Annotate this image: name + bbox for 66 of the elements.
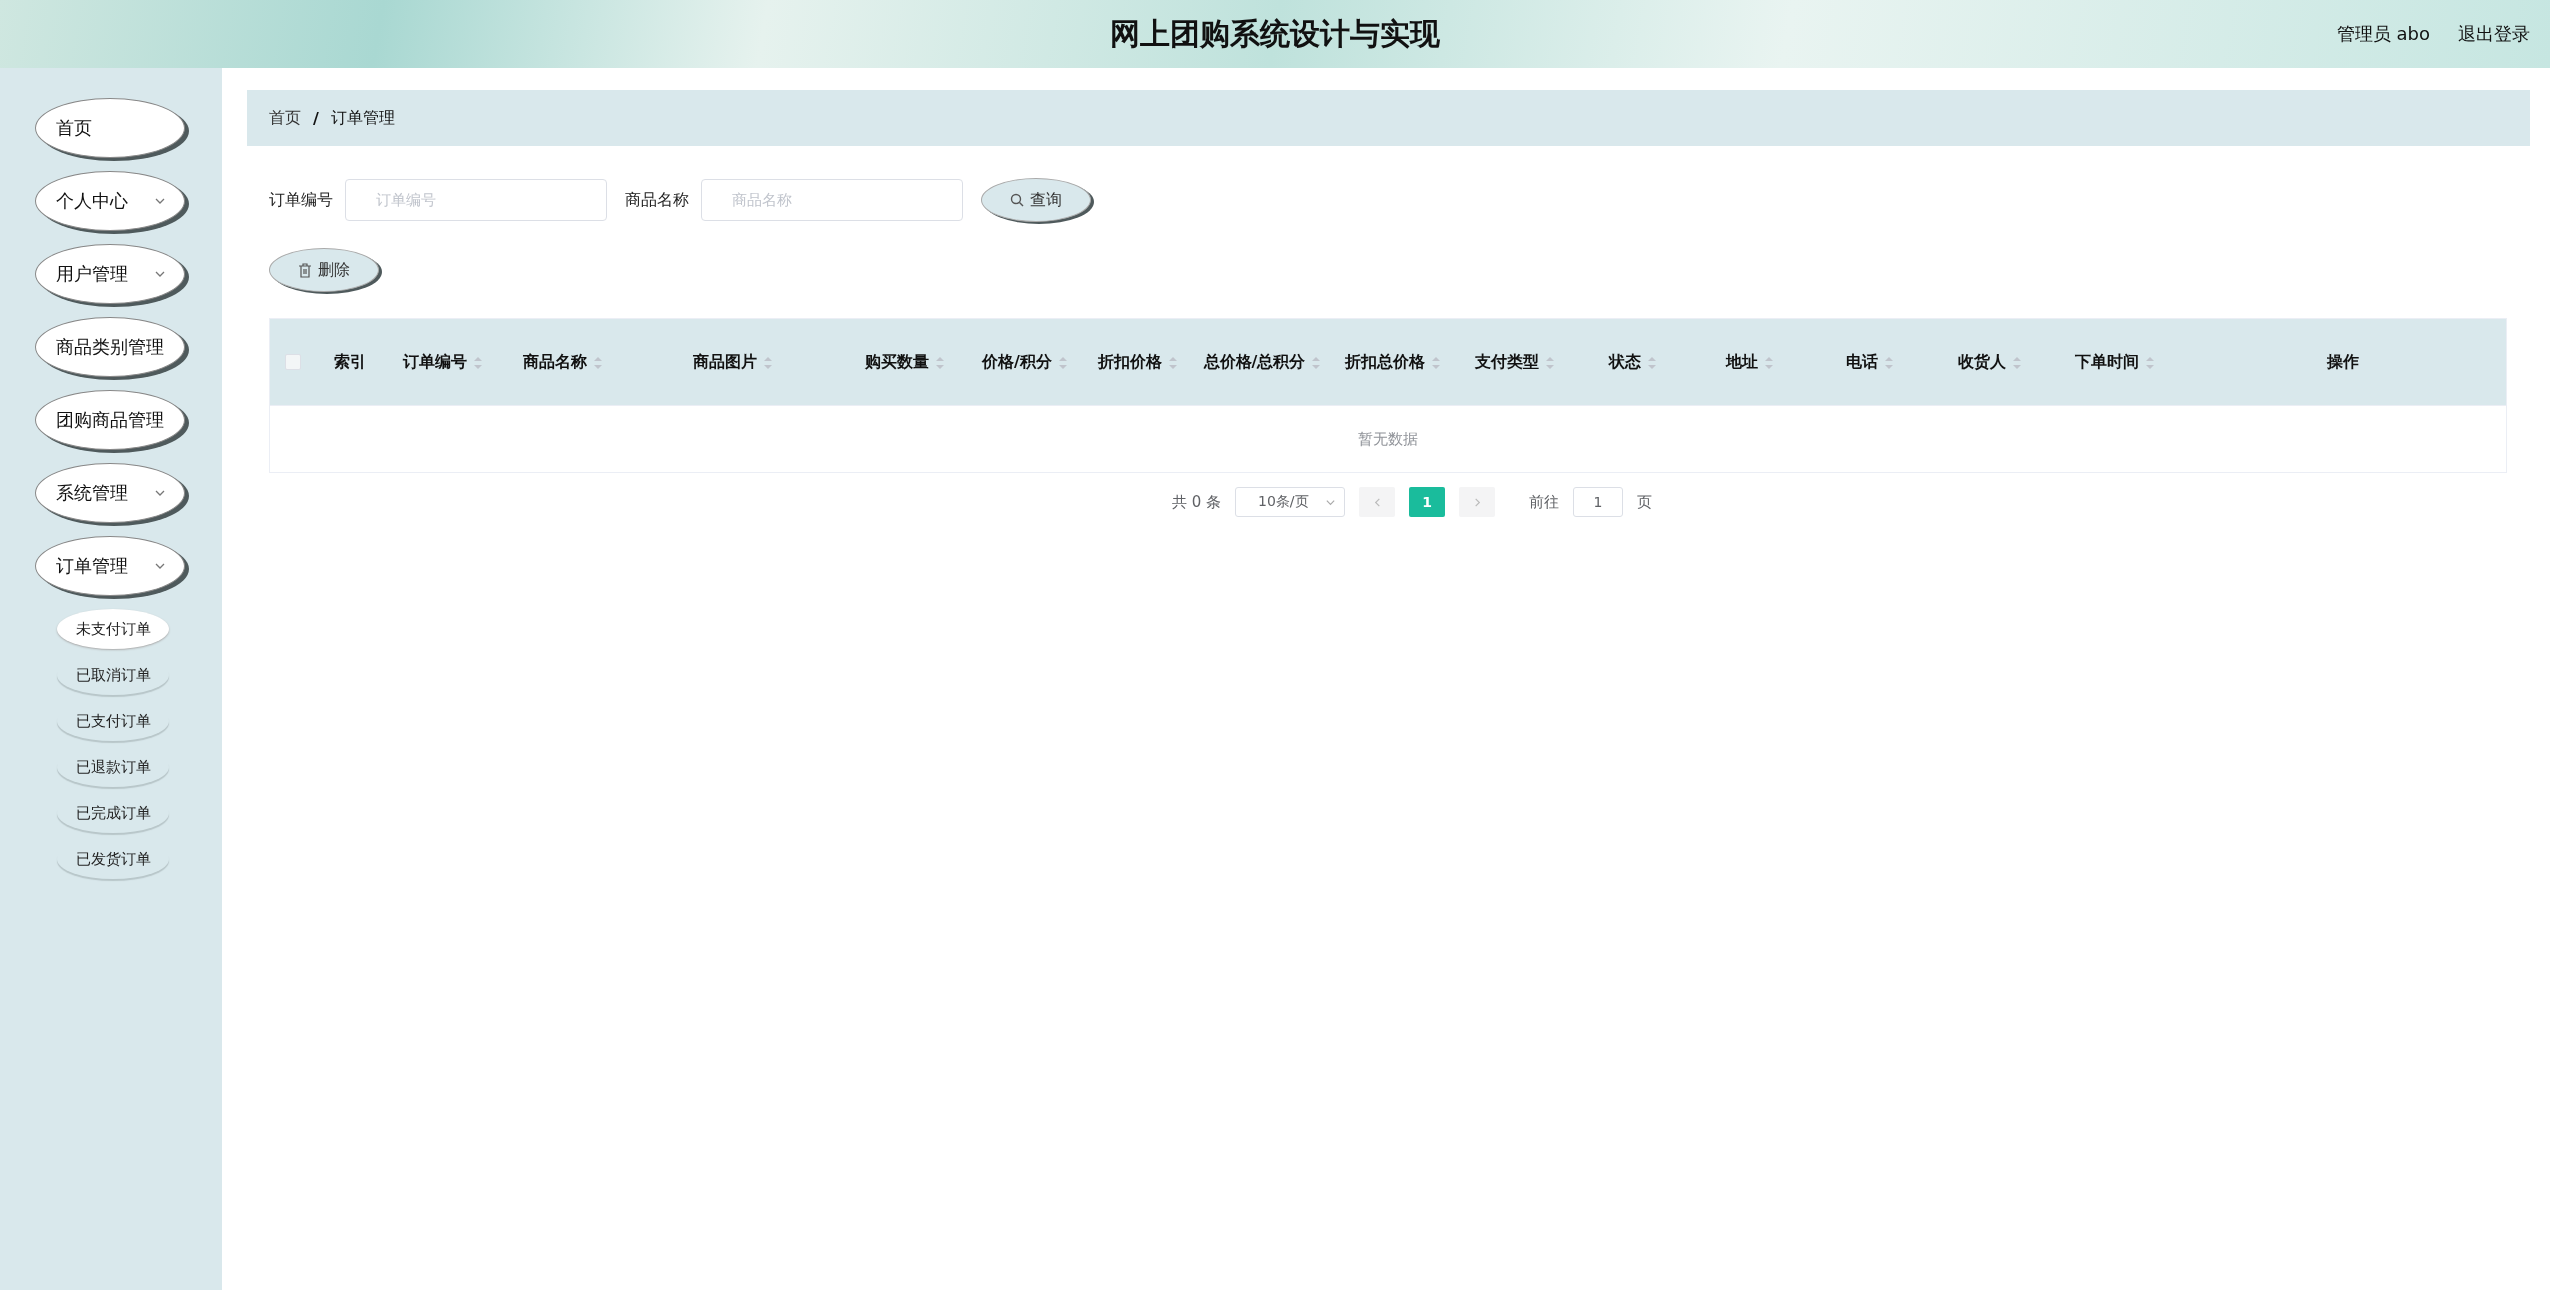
goto-page-field[interactable]: 1: [1573, 487, 1624, 517]
submenu-item[interactable]: 已取消订单: [57, 655, 169, 695]
sidebar-item[interactable]: 团购商品管理: [35, 390, 185, 450]
column-header: 下单时间: [2075, 348, 2155, 376]
field-label: 商品名称: [625, 189, 689, 211]
sort-icon[interactable]: [1646, 354, 1657, 371]
total-count: 共 0 条: [1171, 492, 1222, 512]
sort-icon[interactable]: [2145, 354, 2155, 371]
submenu-item[interactable]: 已完成订单: [57, 793, 169, 833]
column-header: 订单编号: [402, 348, 483, 376]
column-header: 支付类型: [1475, 348, 1555, 376]
breadcrumb-link[interactable]: 首页: [269, 107, 301, 129]
breadcrumb-separator: /: [313, 108, 319, 128]
next-page-button[interactable]: [1459, 487, 1496, 517]
trash-icon: [298, 262, 312, 278]
sort-icon[interactable]: [762, 354, 773, 371]
search-icon: [1010, 193, 1024, 207]
user-label: 管理员 abo: [2336, 22, 2430, 46]
sort-icon[interactable]: [592, 354, 603, 371]
submenu-item[interactable]: 未支付订单: [57, 609, 169, 649]
sidebar-item[interactable]: 商品类别管理: [35, 317, 185, 377]
sidebar-item[interactable]: 个人中心: [35, 171, 185, 231]
column-header: 商品名称: [522, 348, 603, 376]
breadcrumb-current: 订单管理: [330, 107, 395, 129]
select-all-checkbox[interactable]: [284, 354, 301, 370]
sort-icon[interactable]: [1311, 354, 1322, 371]
delete-button[interactable]: 删除: [269, 248, 379, 292]
column-header: 电话: [1846, 348, 1894, 376]
column-header: 折扣总价格: [1344, 348, 1441, 376]
column-header: 折扣价格: [1097, 348, 1178, 376]
submenu-item[interactable]: 已退款订单: [57, 747, 169, 787]
column-header: 操作: [2327, 351, 2359, 373]
submenu-item[interactable]: 已支付订单: [57, 701, 169, 741]
column-header: 收货人: [1958, 348, 2022, 376]
search-button[interactable]: 查询: [981, 178, 1091, 222]
page-size-select[interactable]: 10条/页: [1235, 487, 1346, 517]
sidebar-item[interactable]: 订单管理: [35, 536, 185, 596]
search-field[interactable]: 商品名称: [701, 179, 963, 221]
submenu-item[interactable]: 已发货订单: [57, 839, 169, 879]
column-header: 价格/积分: [982, 348, 1068, 376]
field-label: 订单编号: [269, 189, 333, 211]
sort-icon[interactable]: [1884, 354, 1894, 371]
sort-icon[interactable]: [472, 354, 483, 371]
column-header: 状态: [1608, 348, 1657, 376]
column-header: 购买数量: [865, 348, 945, 376]
sort-icon[interactable]: [1764, 354, 1774, 371]
sort-icon[interactable]: [935, 354, 945, 371]
sort-icon[interactable]: [1430, 354, 1441, 371]
sidebar-item[interactable]: 用户管理: [35, 244, 185, 304]
page-suffix: 页: [1637, 492, 1653, 512]
window-title: 网上团购系统设计与实现: [1110, 14, 1440, 53]
column-header: 商品图片: [692, 348, 773, 376]
sidebar-item[interactable]: 系统管理: [35, 463, 185, 523]
sort-icon[interactable]: [2012, 354, 2022, 371]
prev-page-button[interactable]: [1359, 487, 1396, 517]
empty-text: 暂无数据: [1358, 429, 1418, 449]
column-header: 总价格/总积分: [1203, 348, 1322, 376]
column-header: 地址: [1726, 348, 1774, 376]
sort-icon[interactable]: [1167, 354, 1178, 371]
logout-link[interactable]: 退出登录: [2458, 22, 2530, 46]
column-header: 索引: [334, 351, 366, 373]
sort-icon[interactable]: [1057, 354, 1068, 371]
sort-icon[interactable]: [1545, 354, 1555, 371]
sidebar-item[interactable]: 首页: [35, 98, 185, 158]
search-field[interactable]: 订单编号: [345, 179, 607, 221]
goto-label: 前往: [1529, 492, 1560, 512]
